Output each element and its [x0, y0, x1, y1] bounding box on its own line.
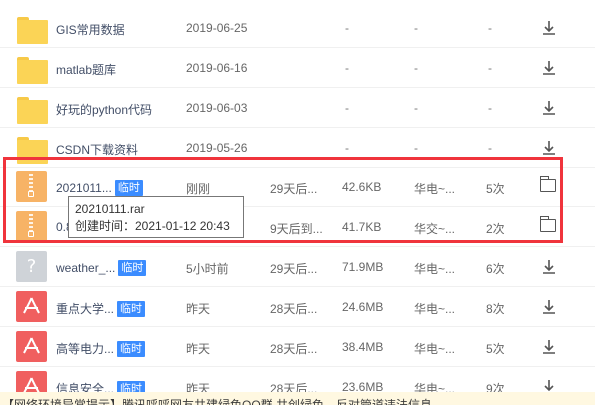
file-date: 刚刚 [186, 182, 211, 196]
file-source: 华交~... [414, 222, 456, 236]
expire-time: 29天后... [270, 262, 318, 276]
bottom-notice-bar: 【网络环境异常提示】腾讯呼呼网友共建绿色QQ群 共创绿色、反对管道违法信息 [0, 392, 595, 405]
size-dash: - [345, 101, 349, 115]
expire-time: 29天后... [270, 182, 318, 196]
source-dash: - [414, 21, 418, 35]
temporary-badge: 临时 [117, 341, 146, 357]
file-name[interactable]: 2021011... 临时 [56, 180, 143, 196]
tooltip-filename: 20210111.rar [75, 202, 145, 216]
file-date: 2019-06-25 [186, 21, 248, 35]
list-item[interactable]: ? weather_... 临时 5小时前 29天后... 71.9MB 华电~.… [0, 247, 595, 287]
file-name[interactable]: matlab题库 [56, 61, 116, 78]
expire-time: 28天后... [270, 342, 318, 356]
download-icon[interactable] [540, 338, 558, 356]
list-item[interactable]: 高等电力... 临时 昨天 28天后... 38.4MB 华电~... 5次 [0, 327, 595, 367]
download-count: 5次 [486, 182, 505, 196]
file-date: 2019-06-16 [186, 61, 248, 75]
file-name[interactable]: 好玩的python代码 [56, 101, 152, 118]
file-size: 24.6MB [342, 300, 384, 314]
download-icon[interactable] [540, 258, 558, 276]
file-date: 昨天 [186, 342, 211, 356]
source-dash: - [414, 101, 418, 115]
temporary-badge: 临时 [117, 301, 146, 317]
list-item[interactable]: 好玩的python代码 2019-06-03 - - - [0, 88, 595, 128]
file-size: 71.9MB [342, 260, 384, 274]
count-dash: - [488, 21, 492, 35]
folder-icon [16, 52, 48, 84]
open-folder-icon[interactable] [539, 176, 556, 192]
download-count: 8次 [486, 302, 505, 316]
count-dash: - [488, 101, 492, 115]
download-icon[interactable] [540, 99, 558, 117]
unknown-file-icon: ? [16, 251, 47, 282]
file-date: 2019-06-03 [186, 101, 248, 115]
download-icon[interactable] [540, 298, 558, 316]
download-count: 2次 [486, 222, 505, 236]
folder-icon [16, 92, 48, 124]
source-dash: - [414, 61, 418, 75]
file-date: 5小时前 [186, 262, 229, 276]
download-icon[interactable] [540, 139, 558, 157]
file-source: 华电~... [414, 182, 456, 196]
download-icon[interactable] [540, 19, 558, 37]
file-name[interactable]: 高等电力... 临时 [56, 340, 146, 357]
expire-time: 9天后到... [270, 222, 323, 236]
expire-time: 28天后... [270, 302, 318, 316]
size-dash: - [345, 61, 349, 75]
file-source: 华电~... [414, 302, 456, 316]
file-size: 42.6KB [342, 180, 382, 194]
file-size: 38.4MB [342, 340, 384, 354]
file-source: 华电~... [414, 262, 456, 276]
list-item[interactable]: matlab题库 2019-06-16 - - - [0, 48, 595, 88]
download-count: 5次 [486, 342, 505, 356]
file-name[interactable]: 重点大学... 临时 [56, 300, 146, 317]
list-item[interactable]: CSDN下载资料 2019-05-26 - - - [0, 128, 595, 168]
file-tooltip: 20210111.rar 创建时间：2021-01-12 20:43 [68, 196, 244, 238]
file-date: 2019-05-26 [186, 141, 248, 155]
archive-icon [16, 211, 47, 242]
file-name[interactable]: CSDN下载资料 [56, 141, 138, 158]
temporary-badge: 临时 [114, 180, 143, 196]
file-date: 昨天 [186, 302, 211, 316]
download-icon[interactable] [540, 59, 558, 77]
folder-icon [16, 12, 48, 44]
file-source: 华电~... [414, 342, 456, 356]
size-dash: - [345, 21, 349, 35]
pdf-icon [16, 291, 47, 322]
open-folder-icon[interactable] [539, 216, 556, 232]
file-name[interactable]: GIS常用数据 [56, 21, 125, 38]
download-count: 6次 [486, 262, 505, 276]
count-dash: - [488, 61, 492, 75]
folder-icon [16, 132, 48, 164]
source-dash: - [414, 141, 418, 155]
temporary-badge: 临时 [118, 260, 147, 276]
size-dash: - [345, 141, 349, 155]
file-size: 41.7KB [342, 220, 382, 234]
archive-icon [16, 171, 47, 202]
file-name[interactable]: weather_... 临时 [56, 260, 147, 276]
pdf-icon [16, 331, 47, 362]
tooltip-created-time: 创建时间：2021-01-12 20:43 [75, 219, 230, 233]
list-item[interactable]: 重点大学... 临时 昨天 28天后... 24.6MB 华电~... 8次 [0, 287, 595, 327]
count-dash: - [488, 141, 492, 155]
list-item[interactable]: GIS常用数据 2019-06-25 - - - [0, 8, 595, 48]
